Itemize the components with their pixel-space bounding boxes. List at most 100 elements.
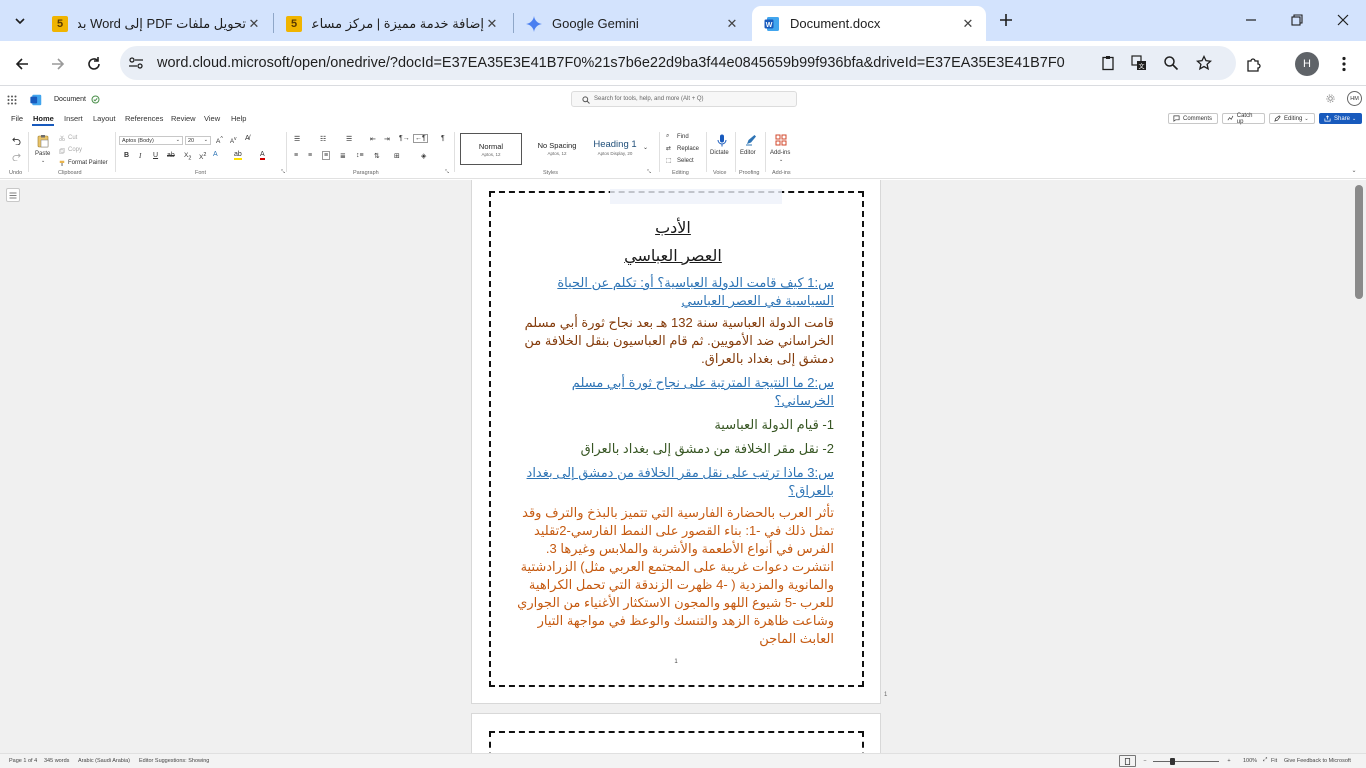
reload-button[interactable] <box>81 51 107 77</box>
shading-icon[interactable]: ◈ <box>421 152 426 160</box>
answer-1[interactable]: قامت الدولة العباسية سنة 132 هـ بعد نجاح… <box>512 314 834 368</box>
align-right-icon[interactable]: ≡ <box>322 151 331 160</box>
tab-help-center[interactable]: 5 إضافة خدمة مميزة | مركز مساعدة ✕ <box>274 6 510 41</box>
select-button[interactable]: Select <box>677 158 694 164</box>
ribbon-tab-view[interactable]: View <box>204 114 220 123</box>
question-3[interactable]: س:3 ماذا ترتب على نقل مقر الخلافة من دمش… <box>512 464 834 500</box>
doc-subtitle[interactable]: العصر العباسي <box>512 246 834 268</box>
settings-gear-icon[interactable] <box>1325 93 1335 103</box>
zoom-in-icon[interactable]: + <box>1225 756 1233 766</box>
tab-document[interactable]: W Document.docx ✕ <box>752 6 986 41</box>
minimize-button[interactable] <box>1228 5 1274 35</box>
sort-icon[interactable]: ⇅ <box>374 152 380 160</box>
dialog-launcher-icon[interactable]: ⤡ <box>646 169 652 175</box>
translate-icon[interactable]: 文 <box>1131 55 1147 71</box>
document-page[interactable]: الأدب العصر العباسي س:1 كيف قامت الدولة … <box>471 180 881 704</box>
style-normal[interactable]: Normal Aptos, 12 <box>460 133 522 165</box>
align-center-icon[interactable]: ≡ <box>308 152 312 159</box>
dictate-button[interactable]: Dictate <box>708 132 736 168</box>
zoom-slider[interactable] <box>1153 758 1219 765</box>
cut-button[interactable]: Cut <box>68 135 77 141</box>
vertical-scrollbar[interactable] <box>1352 180 1366 753</box>
bold-icon[interactable]: B <box>124 152 129 159</box>
bullets-icon[interactable]: ☰ <box>294 135 300 143</box>
style-no-spacing[interactable]: No Spacing Aptos, 12 <box>526 133 588 165</box>
tab-search-button[interactable] <box>8 9 32 33</box>
back-button[interactable] <box>9 51 35 77</box>
ribbon-tab-home[interactable]: Home <box>33 114 54 123</box>
underline-icon[interactable]: U <box>153 152 158 159</box>
document-name[interactable]: Document <box>54 96 86 103</box>
subscript-icon[interactable]: X2 <box>184 152 191 161</box>
shrink-font-icon[interactable]: Av <box>230 136 237 145</box>
word-app-icon[interactable] <box>30 94 42 106</box>
forward-button[interactable] <box>45 51 71 77</box>
ribbon-tab-review[interactable]: Review <box>171 114 196 123</box>
doc-title[interactable]: الأدب <box>512 218 834 240</box>
tab-gemini[interactable]: Google Gemini ✕ <box>514 6 750 41</box>
feedback-link[interactable]: Give Feedback to Microsoft <box>1284 758 1351 764</box>
editor-suggestions[interactable]: Editor Suggestions: Showing <box>139 758 209 764</box>
close-icon[interactable]: ✕ <box>960 16 976 32</box>
rtl-icon[interactable]: ←¶ <box>413 134 428 143</box>
undo-icon[interactable] <box>11 135 21 145</box>
close-icon[interactable]: ✕ <box>246 16 262 32</box>
font-color-icon[interactable]: A <box>260 151 265 160</box>
new-tab-button[interactable] <box>994 8 1018 32</box>
list-item-2[interactable]: 2- نقل مقر الخلافة من دمشق إلى بغداد بال… <box>512 440 834 458</box>
zoom-slider-thumb[interactable] <box>1170 758 1175 765</box>
ribbon-tab-insert[interactable]: Insert <box>64 114 83 123</box>
language-indicator[interactable]: Arabic (Saudi Arabia) <box>78 758 130 764</box>
addins-button[interactable]: Add-ins ⌄ <box>767 132 795 168</box>
ribbon-tab-file[interactable]: File <box>11 114 23 123</box>
print-layout-icon[interactable] <box>1119 755 1136 767</box>
editing-mode-button[interactable]: Editing ⌄ <box>1269 113 1315 124</box>
word-search-box[interactable]: Search for tools, help, and more (Alt + … <box>571 91 797 107</box>
zoom-level[interactable]: 100% <box>1243 758 1257 764</box>
decrease-indent-icon[interactable]: ⇤ <box>370 135 376 143</box>
format-painter-button[interactable]: Format Painter <box>68 160 108 166</box>
ltr-icon[interactable]: ¶→ <box>399 135 410 142</box>
word-count[interactable]: 345 words <box>44 758 69 764</box>
justify-icon[interactable]: ≣ <box>340 152 346 160</box>
italic-icon[interactable]: I <box>139 152 141 160</box>
replace-button[interactable]: Replace <box>677 146 699 152</box>
ribbon-tab-help[interactable]: Help <box>231 114 246 123</box>
close-window-button[interactable] <box>1320 5 1366 35</box>
ribbon-tab-layout[interactable]: Layout <box>93 114 116 123</box>
profile-avatar[interactable]: H <box>1295 52 1319 76</box>
restore-button[interactable] <box>1274 5 1320 35</box>
copy-button[interactable]: Copy <box>68 147 82 153</box>
question-2[interactable]: س:2 ما النتيجة المترتبة على نجاح ثورة أب… <box>512 374 834 410</box>
page-count[interactable]: Page 1 of 4 <box>9 758 37 764</box>
navigation-pane-toggle[interactable] <box>6 188 20 202</box>
clipboard-icon[interactable] <box>1100 55 1116 71</box>
font-name-select[interactable]: Aptos (Body) ⌄ <box>119 136 183 145</box>
extensions-button[interactable] <box>1241 51 1267 77</box>
bookmark-star-icon[interactable] <box>1196 55 1212 71</box>
zoom-out-icon[interactable]: − <box>1141 756 1149 766</box>
redo-icon[interactable] <box>11 151 21 161</box>
editor-button[interactable]: Editor <box>737 132 765 168</box>
grow-font-icon[interactable]: A^ <box>216 136 223 145</box>
close-icon[interactable]: ✕ <box>724 16 740 32</box>
align-left-icon[interactable]: ≡ <box>294 152 298 159</box>
close-icon[interactable]: ✕ <box>484 16 500 32</box>
tab-pdf-to-word[interactable]: 5 تحويل ملفات PDF إلى Word بدون ✕ <box>40 6 272 41</box>
style-heading-1[interactable]: Heading 1 Aptos Display, 20 <box>584 133 646 165</box>
zoom-icon[interactable] <box>1163 55 1179 71</box>
line-spacing-icon[interactable]: ↕≡ <box>356 152 364 159</box>
fit-button[interactable]: Fit <box>1271 758 1277 764</box>
address-bar[interactable]: word.cloud.microsoft/open/onedrive/?docI… <box>120 46 1236 80</box>
numbering-icon[interactable]: ☷ <box>320 135 326 143</box>
comments-button[interactable]: Comments <box>1168 113 1218 124</box>
highlight-icon[interactable]: ab <box>234 151 242 160</box>
site-settings-icon[interactable] <box>128 55 144 71</box>
list-item-1[interactable]: 1- قيام الدولة العباسية <box>512 416 834 434</box>
scrollbar-thumb[interactable] <box>1355 185 1363 299</box>
ribbon-collapse-icon[interactable]: ⌄ <box>1350 166 1358 174</box>
styles-more-icon[interactable]: ⌄ <box>643 144 648 151</box>
increase-indent-icon[interactable]: ⇥ <box>384 135 390 143</box>
app-launcher-icon[interactable] <box>6 94 18 106</box>
find-button[interactable]: Find <box>677 134 689 140</box>
